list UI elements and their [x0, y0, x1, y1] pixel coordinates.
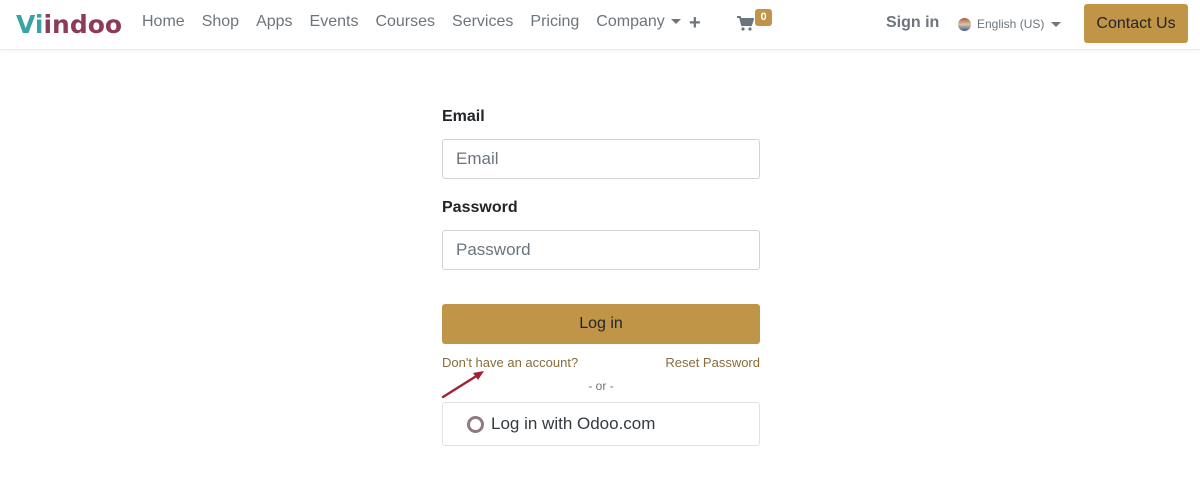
- odoo-icon: [467, 415, 484, 433]
- language-label: English (US): [977, 17, 1045, 31]
- annotation-arrow-icon: [441, 371, 484, 399]
- email-field[interactable]: [442, 139, 760, 179]
- password-field[interactable]: [442, 230, 760, 270]
- or-divider: - or -: [588, 379, 614, 393]
- language-selector[interactable]: English (US): [958, 17, 1062, 31]
- chevron-down-icon: [670, 19, 681, 25]
- nav-events[interactable]: Events: [310, 13, 359, 31]
- logo-first: Vi: [16, 10, 44, 39]
- login-button[interactable]: Log in: [442, 304, 760, 344]
- email-label: Email: [442, 108, 485, 125]
- navbar: Viindoo Home Shop Apps Events Courses Se…: [0, 0, 1200, 50]
- nav-courses[interactable]: Courses: [375, 13, 435, 31]
- nav-company-label: Company: [596, 13, 665, 30]
- chevron-down-icon: [1051, 21, 1062, 27]
- logo[interactable]: Viindoo: [16, 10, 122, 39]
- sign-in-link[interactable]: Sign in: [886, 14, 939, 32]
- cart-count-badge: 0: [755, 9, 772, 26]
- logo-rest: indoo: [43, 10, 123, 39]
- odoo-login-button[interactable]: Log in with Odoo.com: [442, 402, 760, 446]
- flag-icon: [958, 17, 971, 31]
- plus-icon[interactable]: +: [689, 12, 701, 35]
- nav-apps[interactable]: Apps: [256, 13, 292, 31]
- main-nav: Home Shop Apps Events Courses Services P…: [142, 13, 698, 31]
- nav-company-dropdown[interactable]: Company: [596, 13, 681, 31]
- reset-password-link[interactable]: Reset Password: [665, 355, 760, 370]
- cart-icon[interactable]: [736, 14, 754, 32]
- odoo-login-label: Log in with Odoo.com: [491, 414, 656, 433]
- nav-services[interactable]: Services: [452, 13, 513, 31]
- nav-home[interactable]: Home: [142, 13, 185, 31]
- password-label: Password: [442, 199, 518, 216]
- contact-us-button[interactable]: Contact Us: [1084, 4, 1188, 43]
- nav-pricing[interactable]: Pricing: [530, 13, 579, 31]
- nav-shop[interactable]: Shop: [202, 13, 239, 31]
